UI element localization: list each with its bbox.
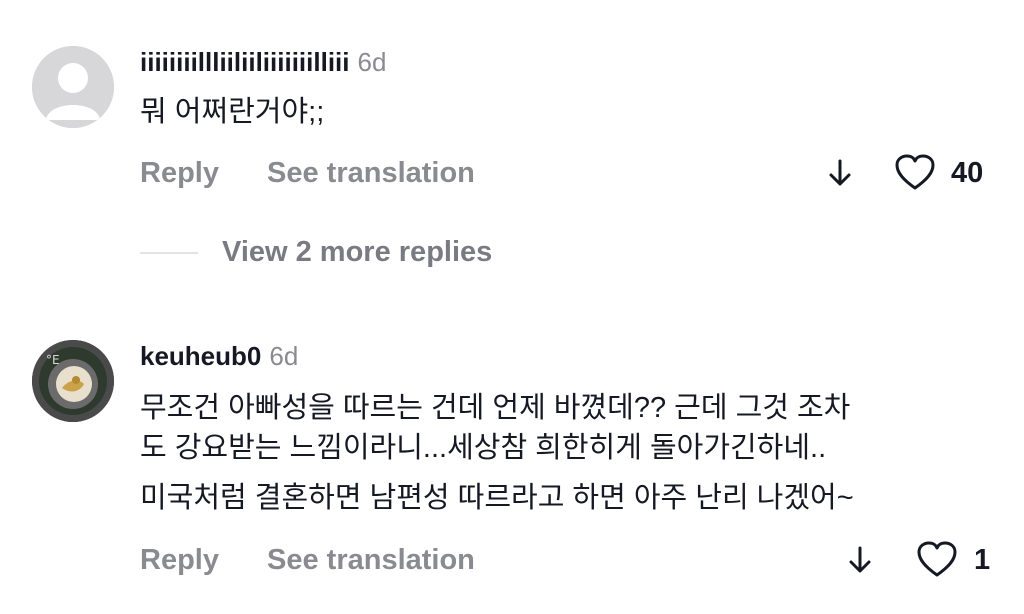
comment-text-line: 뭐 어쩌란거야;; [140, 96, 325, 128]
heart-icon[interactable] [916, 540, 958, 580]
user-avatar[interactable]: °E [32, 340, 114, 422]
see-translation-button[interactable]: See translation [267, 153, 475, 193]
user-avatar[interactable] [32, 46, 114, 128]
comment: °E keuheub0 6d 무조건 아빠성을 따르는 건데 언제 바꼈데?? 근… [0, 330, 1024, 614]
comment-text: 뭐 어쩌란거야;; [140, 90, 324, 134]
dislike-arrow-down-icon[interactable] [826, 157, 854, 189]
comment-text-line: 미국처럼 결혼하면 남편성 따르라고 하면 아주 난리 나겠어~ [140, 482, 854, 514]
svg-text:°E: °E [46, 353, 60, 367]
reply-button[interactable]: Reply [140, 153, 219, 193]
comment-header: keuheub0 6d [140, 341, 298, 371]
reply-button[interactable]: Reply [140, 540, 219, 580]
replies-divider [140, 252, 198, 254]
comment-time: 6d [269, 341, 299, 371]
like-count: 40 [951, 157, 984, 189]
view-more-replies-label[interactable]: View 2 more replies [222, 232, 492, 272]
username[interactable]: keuheub0 [140, 341, 261, 371]
comment: iiiiiiiillliiliiliiiiiiilliii 6d 뭐 어쩌란거야;… [0, 0, 1024, 210]
comment-actions: Reply See translation 40 [140, 153, 994, 193]
comment-text-line: 도 강요받는 느낌이라니...세상참 희한히게 돌아가긴하네.. [140, 432, 827, 464]
dislike-arrow-down-icon[interactable] [846, 544, 874, 576]
comment-text-line: 무조건 아빠성을 따르는 건데 언제 바꼈데?? 근데 그것 조차 [140, 392, 851, 424]
comment-time: 6d [357, 47, 387, 77]
comment-text: 무조건 아빠성을 따르는 건데 언제 바꼈데?? 근데 그것 조차 도 강요받는… [140, 386, 854, 520]
username[interactable]: iiiiiiiillliiliiliiiiiiilliii [140, 47, 350, 77]
comment-actions: Reply See translation 1 [140, 540, 994, 580]
like-count: 1 [974, 544, 991, 576]
heart-icon[interactable] [894, 153, 936, 193]
default-avatar-icon [32, 46, 114, 128]
see-translation-button[interactable]: See translation [267, 540, 475, 580]
comment-header: iiiiiiiillliiliiliiiiiiilliii 6d [140, 47, 386, 77]
photo-avatar-icon: °E [32, 340, 114, 422]
